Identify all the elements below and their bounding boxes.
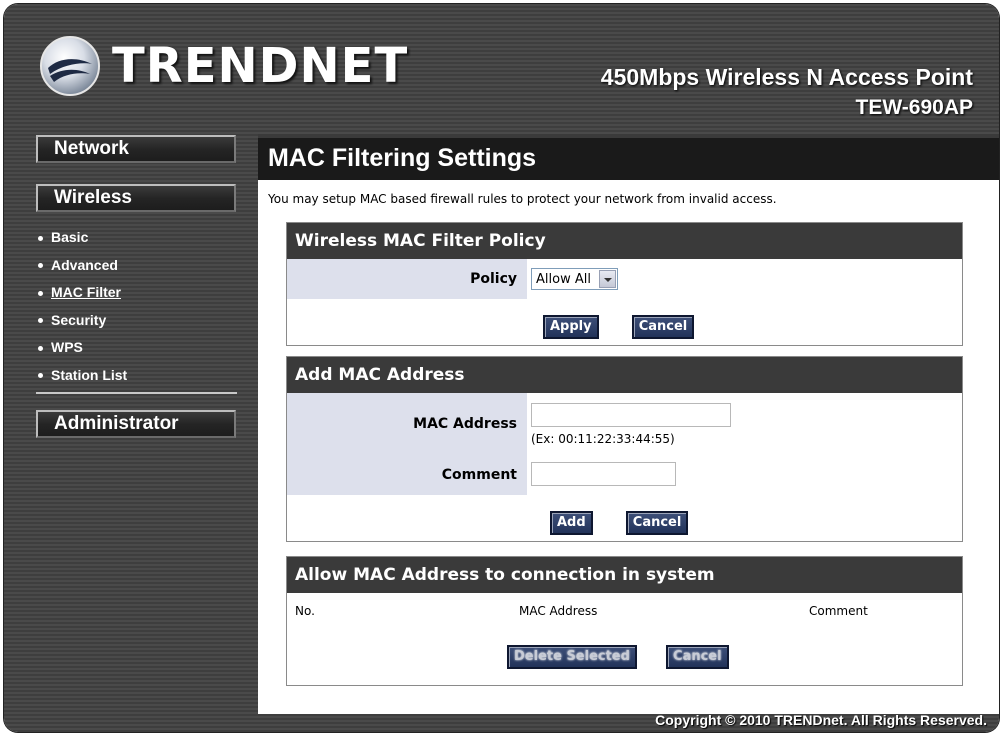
bullet-icon [38,263,43,269]
submenu-divider [36,392,237,394]
bullet-icon [38,345,43,351]
add-cancel-button[interactable]: Cancel [625,511,689,535]
sidebar-item-mac-filter[interactable]: MAC Filter [38,281,236,309]
comment-label: Comment [287,455,527,495]
main-panel: MAC Filtering Settings You may setup MAC… [258,134,999,714]
page-frame: TRENDNET 450Mbps Wireless N Access Point… [4,4,999,732]
policy-cancel-button[interactable]: Cancel [631,315,695,339]
policy-row: Policy Allow All [287,259,962,299]
sidebar-item-wps[interactable]: WPS [38,336,236,364]
logo-wordmark: TRENDNET [112,38,409,94]
bullet-icon [38,318,43,324]
policy-apply-button[interactable]: Apply [543,315,599,339]
wireless-submenu: Basic Advanced MAC Filter Security WPS S… [38,226,236,391]
nav-wireless-button[interactable]: Wireless [36,184,236,212]
dropdown-arrow-icon [598,270,616,288]
column-no: No. [295,604,315,618]
nav-network-button[interactable]: Network [36,135,236,163]
sidebar-item-station-list[interactable]: Station List [38,364,236,392]
bullet-icon [38,373,43,379]
copyright-footer: Copyright © 2010 TRENDnet. All Rights Re… [655,712,987,728]
mac-address-row: MAC Address (Ex: 00:11:22:33:44:55) [287,393,962,455]
list-cancel-button[interactable]: Cancel [666,645,729,669]
policy-select[interactable]: Allow All [531,268,618,290]
add-mac-section-header: Add MAC Address [287,357,962,393]
trendnet-logo: TRENDNET [40,36,408,96]
sidebar-item-basic[interactable]: Basic [38,226,236,254]
column-mac-address: MAC Address [519,604,598,618]
bullet-icon [38,290,43,296]
column-comment: Comment [809,604,868,618]
product-model: TEW-690AP [855,96,973,119]
intro-text: You may setup MAC based firewall rules t… [268,192,777,206]
policy-label: Policy [287,259,527,299]
add-mac-button[interactable]: Add [550,511,593,535]
policy-section-header: Wireless MAC Filter Policy [287,223,962,259]
mac-address-input[interactable] [531,403,731,427]
logo-globe-icon [40,36,100,96]
sidebar-item-security[interactable]: Security [38,309,236,337]
allow-list-section-header: Allow MAC Address to connection in syste… [287,557,962,593]
product-title: 450Mbps Wireless N Access Point [600,64,973,90]
add-mac-section: Add MAC Address MAC Address (Ex: 00:11:2… [286,356,963,542]
page-title: MAC Filtering Settings [258,138,999,180]
delete-selected-button[interactable]: Delete Selected [507,645,637,669]
sidebar-item-advanced[interactable]: Advanced [38,254,236,282]
comment-input[interactable] [531,462,676,486]
comment-row: Comment [287,455,962,495]
allow-list-section: Allow MAC Address to connection in syste… [286,556,963,686]
bullet-icon [38,235,43,241]
policy-select-value: Allow All [536,271,591,287]
policy-section: Wireless MAC Filter Policy Policy Allow … [286,222,963,346]
allow-list-header-row: No. MAC Address Comment [287,593,962,629]
mac-address-hint: (Ex: 00:11:22:33:44:55) [531,432,675,446]
mac-address-label: MAC Address [287,393,527,455]
nav-administrator-button[interactable]: Administrator [36,410,236,438]
